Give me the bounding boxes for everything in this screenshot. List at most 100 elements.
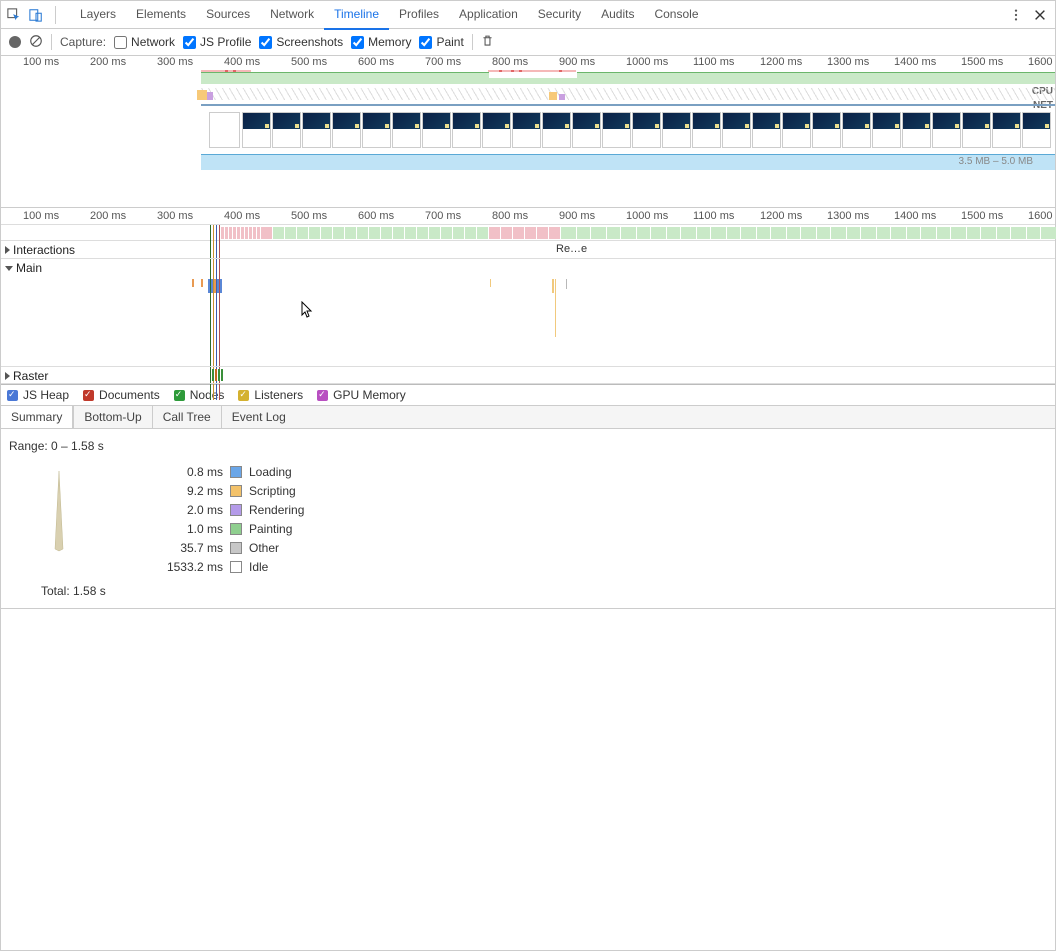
frames-strip[interactable] [1, 225, 1055, 241]
screenshot-thumb[interactable] [542, 112, 571, 148]
screenshot-thumb[interactable] [902, 112, 931, 148]
frame-segment[interactable] [489, 227, 500, 239]
screenshot-thumb[interactable] [1022, 112, 1051, 148]
frame-segment[interactable] [667, 227, 680, 239]
frame-segment[interactable] [921, 227, 936, 239]
screenshot-thumb[interactable] [242, 112, 271, 148]
frame-segment[interactable] [273, 227, 284, 239]
frame-segment[interactable] [997, 227, 1010, 239]
details-tab-bottom-up[interactable]: Bottom-Up [73, 406, 151, 428]
mem-legend-listeners[interactable]: Listeners [238, 388, 303, 402]
frame-segment[interactable] [381, 227, 392, 239]
frame-segment[interactable] [549, 227, 560, 239]
tab-console[interactable]: Console [644, 0, 708, 30]
tab-timeline[interactable]: Timeline [324, 0, 389, 30]
screenshot-thumb[interactable] [632, 112, 661, 148]
capture-memory-checkbox[interactable]: Memory [351, 35, 411, 49]
frame-segment[interactable] [261, 227, 272, 239]
frame-segment[interactable] [847, 227, 860, 239]
screenshot-thumb[interactable] [782, 112, 811, 148]
frame-segment[interactable] [637, 227, 650, 239]
details-tab-event-log[interactable]: Event Log [221, 406, 296, 428]
frame-segment[interactable] [771, 227, 786, 239]
mem-legend-js_heap[interactable]: JS Heap [7, 388, 69, 402]
tab-profiles[interactable]: Profiles [389, 0, 449, 30]
screenshot-thumb[interactable] [752, 112, 781, 148]
details-tab-call-tree[interactable]: Call Tree [152, 406, 221, 428]
screenshot-thumb[interactable] [392, 112, 421, 148]
frame-segment[interactable] [225, 227, 228, 239]
track-raster[interactable]: Raster [1, 367, 1055, 384]
frame-segment[interactable] [607, 227, 620, 239]
screenshot-thumb[interactable] [512, 112, 541, 148]
inspect-element-icon[interactable] [7, 8, 21, 22]
screenshot-thumb[interactable] [842, 112, 871, 148]
frame-segment[interactable] [465, 227, 476, 239]
frame-segment[interactable] [441, 227, 452, 239]
frame-segment[interactable] [907, 227, 920, 239]
frame-segment[interactable] [357, 227, 368, 239]
frame-segment[interactable] [393, 227, 404, 239]
screenshot-thumb[interactable] [662, 112, 691, 148]
frame-segment[interactable] [967, 227, 980, 239]
screenshot-thumb[interactable] [962, 112, 991, 148]
clear-recording-icon[interactable] [29, 34, 43, 51]
track-main[interactable]: Main [1, 259, 1055, 367]
frame-segment[interactable] [501, 227, 512, 239]
frame-segment[interactable] [981, 227, 996, 239]
frame-segment[interactable] [817, 227, 830, 239]
frame-segment[interactable] [333, 227, 344, 239]
frame-segment[interactable] [681, 227, 696, 239]
frame-segment[interactable] [229, 227, 232, 239]
tab-application[interactable]: Application [449, 0, 528, 30]
capture-jsprofile-checkbox[interactable]: JS Profile [183, 35, 251, 49]
more-menu-icon[interactable] [1009, 8, 1023, 22]
screenshot-thumb[interactable] [992, 112, 1021, 148]
frame-segment[interactable] [937, 227, 950, 239]
frame-segment[interactable] [1041, 227, 1056, 239]
frame-segment[interactable] [621, 227, 636, 239]
frame-segment[interactable] [233, 227, 236, 239]
capture-network-checkbox[interactable]: Network [114, 35, 175, 49]
screenshot-thumb[interactable] [422, 112, 451, 148]
frame-segment[interactable] [877, 227, 890, 239]
frame-segment[interactable] [861, 227, 876, 239]
screenshot-thumb[interactable] [722, 112, 751, 148]
frame-segment[interactable] [831, 227, 846, 239]
frame-segment[interactable] [1011, 227, 1026, 239]
screenshot-thumb[interactable] [572, 112, 601, 148]
screenshot-thumb[interactable] [692, 112, 721, 148]
frame-segment[interactable] [537, 227, 548, 239]
frame-segment[interactable] [741, 227, 756, 239]
overview-panel[interactable]: 100 ms200 ms300 ms400 ms500 ms600 ms700 … [1, 56, 1055, 208]
frame-segment[interactable] [951, 227, 966, 239]
frame-segment[interactable] [787, 227, 800, 239]
capture-paint-checkbox[interactable]: Paint [419, 35, 463, 49]
frame-segment[interactable] [801, 227, 816, 239]
mem-legend-documents[interactable]: Documents [83, 388, 160, 402]
device-toolbar-icon[interactable] [29, 8, 43, 22]
close-icon[interactable] [1033, 8, 1047, 22]
frame-segment[interactable] [237, 227, 240, 239]
tab-audits[interactable]: Audits [591, 0, 644, 30]
frame-segment[interactable] [591, 227, 606, 239]
frame-segment[interactable] [525, 227, 536, 239]
screenshot-thumb[interactable] [812, 112, 841, 148]
frame-segment[interactable] [477, 227, 488, 239]
screenshot-thumb[interactable] [362, 112, 391, 148]
frame-segment[interactable] [1027, 227, 1040, 239]
screenshot-thumb[interactable] [602, 112, 631, 148]
screenshot-thumb[interactable] [482, 112, 511, 148]
frame-segment[interactable] [297, 227, 308, 239]
frame-segment[interactable] [405, 227, 416, 239]
tab-network[interactable]: Network [260, 0, 324, 30]
screenshot-thumb[interactable] [332, 112, 361, 148]
frame-segment[interactable] [429, 227, 440, 239]
frame-segment[interactable] [711, 227, 726, 239]
tab-sources[interactable]: Sources [196, 0, 260, 30]
frame-segment[interactable] [285, 227, 296, 239]
tab-layers[interactable]: Layers [70, 0, 126, 30]
frame-segment[interactable] [561, 227, 576, 239]
frame-segment[interactable] [249, 227, 252, 239]
frame-segment[interactable] [253, 227, 256, 239]
